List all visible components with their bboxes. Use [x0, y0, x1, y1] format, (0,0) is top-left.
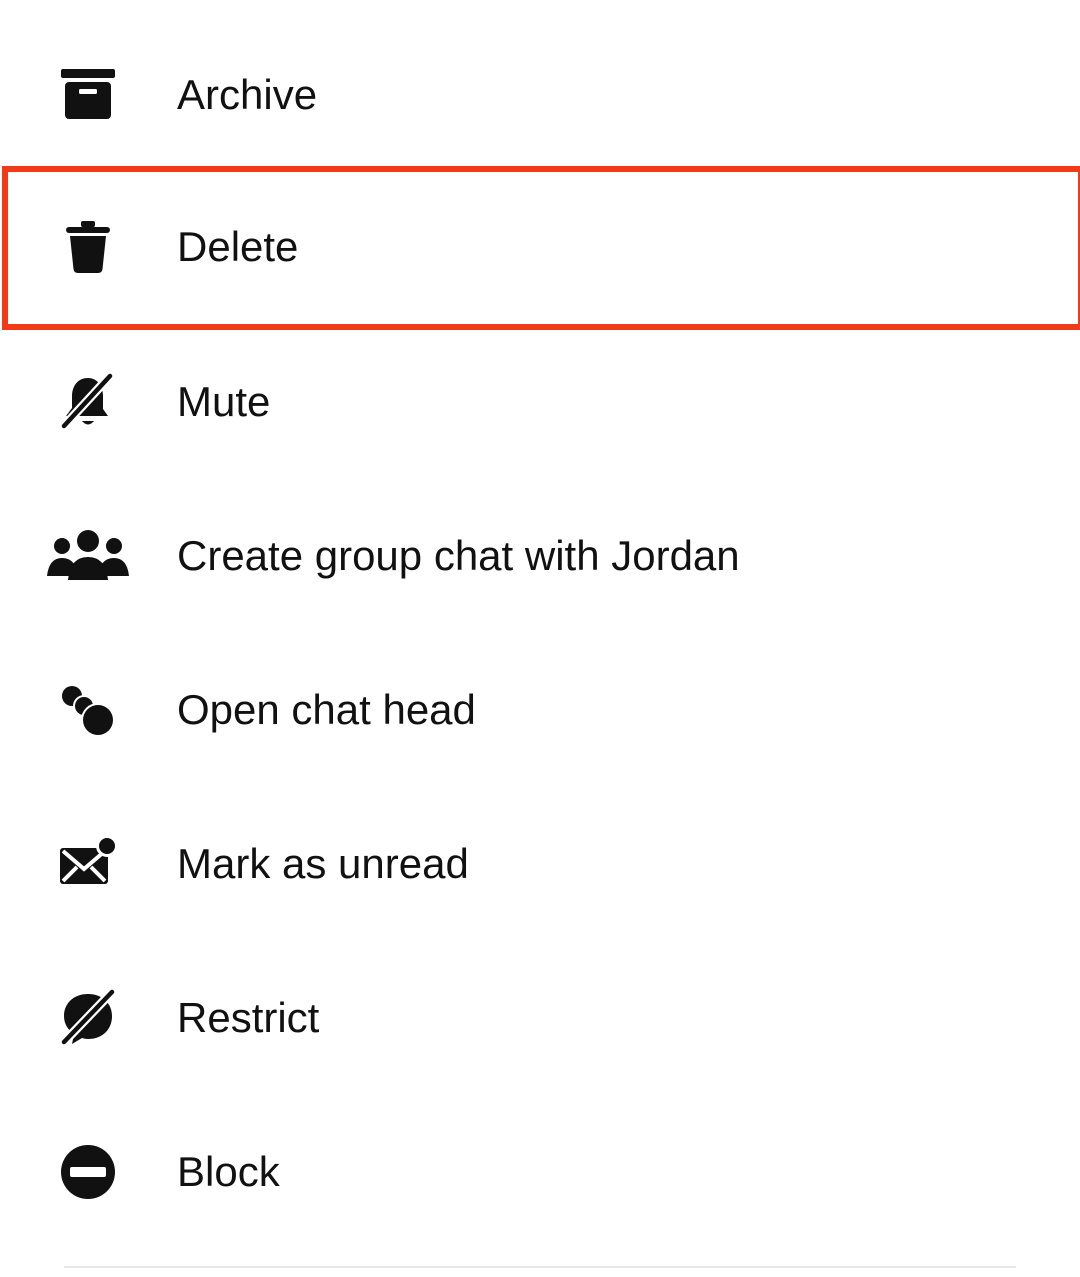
bell-off-icon: [44, 358, 132, 446]
menu-item-label: Restrict: [177, 994, 320, 1041]
menu-item-label: Block: [177, 1148, 280, 1195]
archive-icon: [44, 51, 132, 139]
chat-heads-icon: [44, 666, 132, 754]
menu-item-archive[interactable]: Archive: [0, 18, 1080, 172]
menu-item-delete[interactable]: Delete: [0, 170, 1080, 324]
menu-item-restrict[interactable]: Restrict: [0, 941, 1080, 1095]
menu-item-label: Open chat head: [177, 686, 476, 733]
menu-item-label: Delete: [177, 223, 299, 270]
minus-circle-icon: [44, 1128, 132, 1216]
menu-item-create-group-chat[interactable]: Create group chat with Jordan: [0, 479, 1080, 633]
menu-item-label: Mark as unread: [177, 840, 469, 887]
group-icon: [44, 512, 132, 600]
chat-bubble-slash-icon: [44, 974, 132, 1062]
envelope-dot-icon: [44, 820, 132, 908]
menu-item-label: Create group chat with Jordan: [177, 532, 740, 579]
divider: [64, 1266, 1016, 1268]
trash-icon: [44, 203, 132, 291]
menu-item-block[interactable]: Block: [0, 1095, 1080, 1249]
menu-item-label: Archive: [177, 71, 318, 118]
menu-item-open-chat-head[interactable]: Open chat head: [0, 633, 1080, 787]
menu-item-mark-as-unread[interactable]: Mark as unread: [0, 787, 1080, 941]
menu-item-label: Mute: [177, 378, 271, 425]
menu-item-mute[interactable]: Mute: [0, 325, 1080, 479]
